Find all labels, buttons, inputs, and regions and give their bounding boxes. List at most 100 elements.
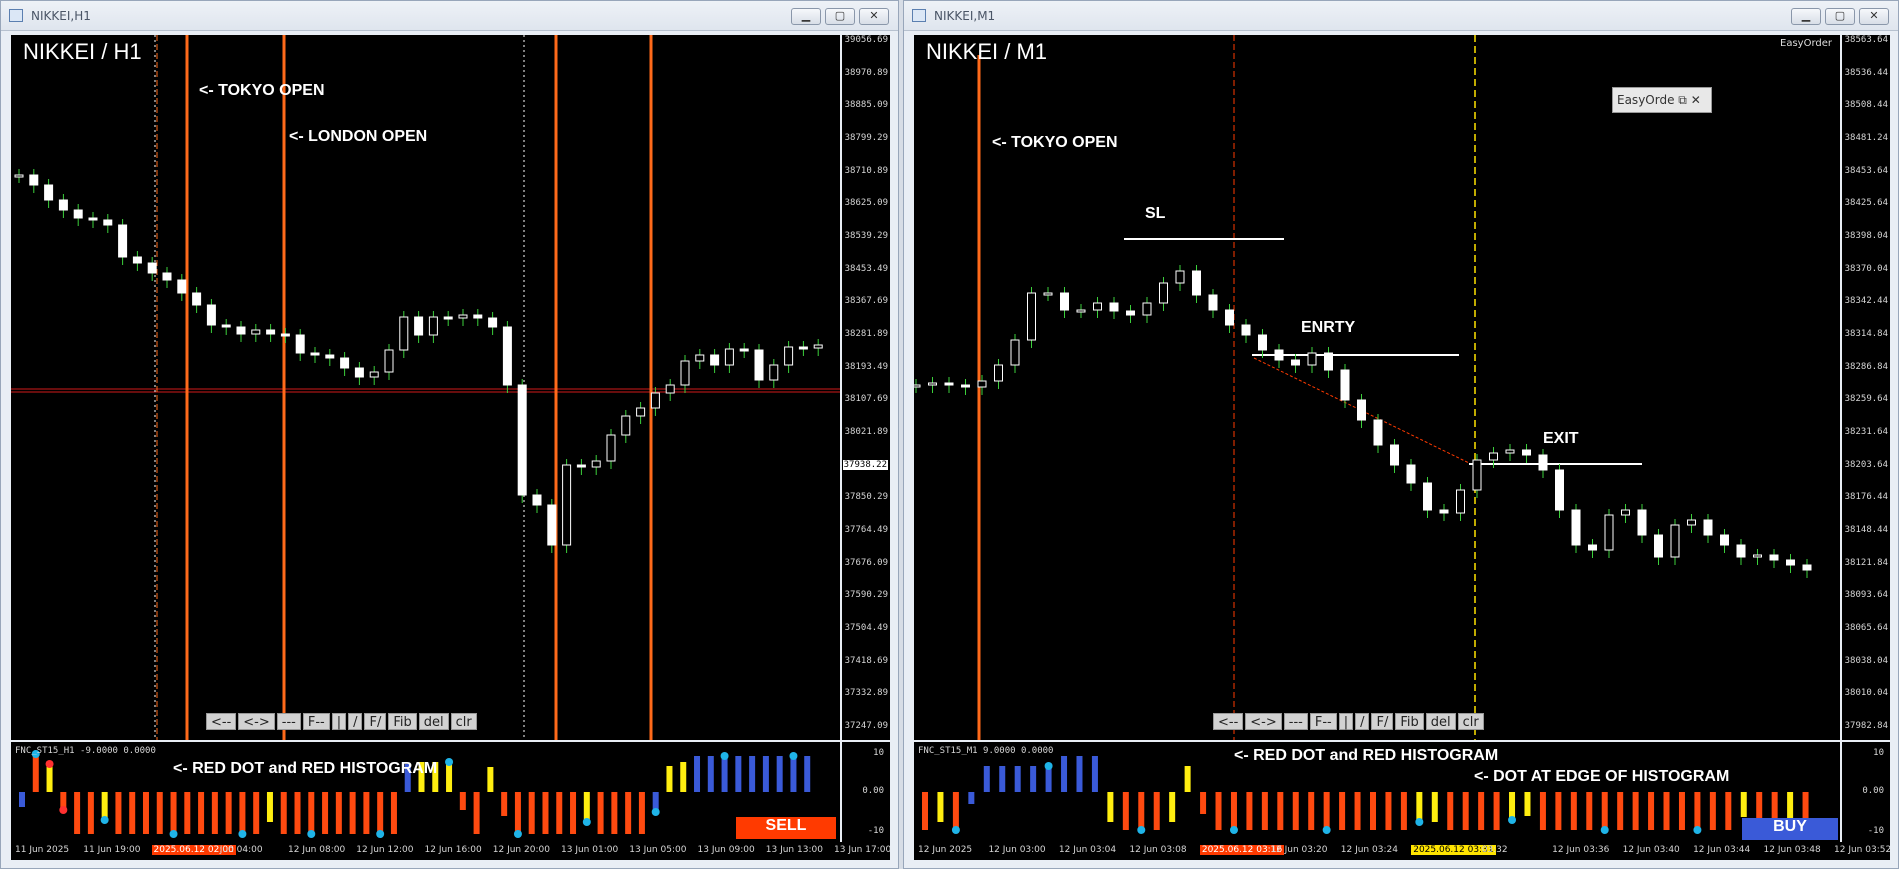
close-icon[interactable]: ✕ xyxy=(1691,93,1701,107)
tool-button[interactable]: clr xyxy=(1457,713,1484,730)
candle xyxy=(1637,509,1647,536)
maximize-button[interactable]: ▢ xyxy=(1825,8,1855,25)
title-bar[interactable]: NIKKEI,H1 ▁ ▢ ✕ xyxy=(1,1,898,31)
indicator-dot xyxy=(45,760,54,768)
candle xyxy=(340,357,350,369)
candle xyxy=(1406,464,1416,484)
tool-button[interactable]: / xyxy=(348,713,363,730)
price-tick: 38453.64 xyxy=(1844,165,1888,176)
candle xyxy=(813,344,823,349)
indicator-dot xyxy=(238,830,247,838)
histogram-bar xyxy=(1169,792,1176,822)
restore-icon[interactable]: ⧉ xyxy=(1678,93,1687,107)
chart-window-h1[interactable]: NIKKEI,H1 ▁ ▢ ✕ NIKKEI / H1 <- TOKYO OPE… xyxy=(0,0,899,869)
tokyo-open-label: <- TOKYO OPEN xyxy=(199,82,325,99)
close-button[interactable]: ✕ xyxy=(1859,8,1889,25)
minimize-button[interactable]: ▁ xyxy=(1791,8,1821,25)
candle xyxy=(591,460,601,468)
tool-button[interactable]: Fib xyxy=(1395,713,1424,730)
tool-button[interactable]: / xyxy=(1355,713,1370,730)
candle xyxy=(1522,449,1531,456)
candle xyxy=(103,219,113,226)
tool-button[interactable]: | xyxy=(331,713,347,730)
maximize-button[interactable]: ▢ xyxy=(825,8,855,25)
time-tick: 13 Jun 13:00 xyxy=(765,845,823,855)
easyorder-panel[interactable]: EasyOrde ⧉ ✕ xyxy=(1612,87,1712,113)
price-tick: 38121.84 xyxy=(1844,557,1888,568)
histogram-bar xyxy=(735,756,742,792)
histogram-bar xyxy=(170,792,177,834)
price-chart[interactable]: NIKKEI / H1 <- TOKYO OPEN <- LONDON OPEN… xyxy=(11,35,840,740)
histogram-bar xyxy=(625,792,632,834)
candle xyxy=(280,333,290,337)
chart-window-m1[interactable]: NIKKEI,M1 ▁ ▢ ✕ NIKKEI / M1 EasyOrder <-… xyxy=(903,0,1899,869)
histogram-bar xyxy=(1678,792,1685,830)
histogram-bar xyxy=(1539,792,1546,830)
dot-edge-label: <- DOT AT EDGE OF HISTOGRAM xyxy=(1474,768,1730,785)
time-tick: 12 Jun 03:08 xyxy=(1129,845,1187,855)
tool-button[interactable]: <-> xyxy=(238,713,275,730)
candle xyxy=(1439,509,1449,514)
histogram-bar xyxy=(952,792,959,830)
time-tick: 13 Jun 05:00 xyxy=(629,845,687,855)
histogram-bar xyxy=(1447,792,1454,830)
tool-button[interactable]: del xyxy=(418,713,449,730)
indicator-dot xyxy=(1137,826,1146,834)
histogram-bar xyxy=(487,767,494,792)
candle xyxy=(44,184,54,201)
price-chart[interactable]: NIKKEI / M1 EasyOrder <- TOKYO OPEN SL E… xyxy=(914,35,1840,740)
price-tick: 38885.09 xyxy=(844,100,888,111)
candle xyxy=(310,352,320,356)
indicator-tick: 10 xyxy=(1873,748,1884,758)
candle xyxy=(562,464,572,546)
indicator-pane[interactable]: FNC_ST15_M1 9.0000 0.0000 <- RED DOT and… xyxy=(914,742,1840,842)
indicator-pane[interactable]: FNC_ST15_H1 -9.0000 0.0000 <- RED DOT an… xyxy=(11,742,840,842)
tool-button[interactable]: F/ xyxy=(1371,713,1394,730)
histogram-bar xyxy=(1107,792,1114,822)
candle xyxy=(369,371,379,378)
histogram-bar xyxy=(1663,792,1670,830)
candle xyxy=(1324,352,1333,371)
candle xyxy=(443,316,453,320)
candle xyxy=(1736,544,1746,558)
tool-button[interactable]: Fib xyxy=(388,713,417,730)
histogram-bar xyxy=(129,792,136,834)
tool-button[interactable]: F/ xyxy=(364,713,387,730)
close-button[interactable]: ✕ xyxy=(859,8,889,25)
histogram-bar xyxy=(968,792,975,804)
minimize-button[interactable]: ▁ xyxy=(791,8,821,25)
histogram-bar xyxy=(446,762,453,792)
candle xyxy=(724,348,734,366)
histogram-bar xyxy=(1416,792,1423,822)
candle xyxy=(576,464,586,468)
candle xyxy=(928,382,937,386)
drawing-toolbar[interactable]: <-- <-> --- F-- | / F/Fib del clr xyxy=(1213,713,1484,730)
tool-button[interactable]: --- xyxy=(276,713,301,730)
tool-button[interactable]: <-- xyxy=(1213,713,1244,730)
red-dot-label: <- RED DOT and RED HISTOGRAM xyxy=(173,760,438,777)
title-bar[interactable]: NIKKEI,M1 ▁ ▢ ✕ xyxy=(904,1,1898,31)
price-tick: 38203.64 xyxy=(1844,459,1888,470)
tool-button[interactable]: | xyxy=(1338,713,1354,730)
tool-button[interactable]: <-> xyxy=(1245,713,1282,730)
histogram-bar xyxy=(694,756,701,792)
easyorder-indicator[interactable]: EasyOrder xyxy=(1780,38,1832,49)
tool-button[interactable]: F-- xyxy=(302,713,330,730)
histogram-bar xyxy=(1586,792,1593,830)
indicator-dot xyxy=(651,808,660,816)
tool-button[interactable]: clr xyxy=(450,713,477,730)
tool-button[interactable]: --- xyxy=(1283,713,1308,730)
indicator-tick: 0.00 xyxy=(862,786,884,796)
histogram-bar xyxy=(749,756,756,792)
tool-button[interactable]: F-- xyxy=(1309,713,1337,730)
tool-button[interactable]: <-- xyxy=(206,713,237,730)
candle xyxy=(1802,564,1812,571)
price-tick: 38010.04 xyxy=(1844,688,1888,699)
candle xyxy=(251,329,261,335)
candle xyxy=(73,209,83,219)
histogram-bar xyxy=(280,792,287,834)
candle xyxy=(1753,554,1762,558)
drawing-toolbar[interactable]: <-- <-> --- F-- | / F/Fib del clr xyxy=(206,713,477,730)
histogram-bar xyxy=(115,792,122,834)
tool-button[interactable]: del xyxy=(1425,713,1456,730)
